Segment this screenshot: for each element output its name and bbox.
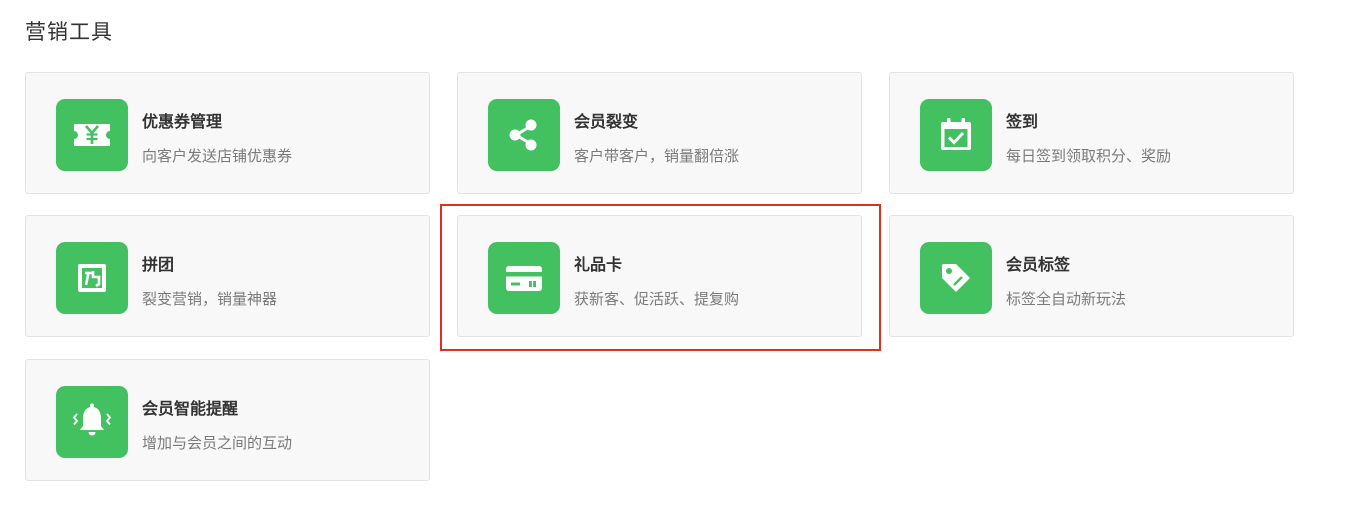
tool-desc: 向客户发送店铺优惠券 <box>142 147 293 165</box>
group-buy-icon <box>56 242 128 314</box>
tool-desc: 裂变营销，销量神器 <box>142 290 278 308</box>
gift-card-icon <box>488 242 560 314</box>
tag-icon <box>920 242 992 314</box>
tool-desc: 每日签到领取积分、奖励 <box>1006 147 1172 165</box>
tool-title: 会员智能提醒 <box>142 399 239 418</box>
coupon-icon <box>56 99 128 171</box>
page-title: 营销工具 <box>25 20 113 44</box>
tool-desc: 客户带客户，销量翻倍涨 <box>574 147 740 165</box>
tool-card-member-fission[interactable]: 会员裂变 客户带客户，销量翻倍涨 <box>457 72 862 194</box>
tool-title: 签到 <box>1006 112 1039 131</box>
tool-title: 优惠券管理 <box>142 112 223 131</box>
tool-card-smart-reminder[interactable]: 会员智能提醒 增加与会员之间的互动 <box>25 359 430 481</box>
calendar-check-icon <box>920 99 992 171</box>
tool-card-check-in[interactable]: 签到 每日签到领取积分、奖励 <box>889 72 1294 194</box>
tool-title: 会员裂变 <box>574 112 639 131</box>
tool-title: 礼品卡 <box>574 255 623 274</box>
tool-desc: 获新客、促活跃、提复购 <box>574 290 740 308</box>
tool-card-member-tag[interactable]: 会员标签 标签全自动新玩法 <box>889 215 1294 337</box>
tool-card-gift-card[interactable]: 礼品卡 获新客、促活跃、提复购 <box>457 215 862 337</box>
tool-card-coupon[interactable]: 优惠券管理 向客户发送店铺优惠券 <box>25 72 430 194</box>
share-icon <box>488 99 560 171</box>
tool-title: 会员标签 <box>1006 255 1071 274</box>
bell-icon <box>56 386 128 458</box>
tool-desc: 增加与会员之间的互动 <box>142 434 293 452</box>
tool-desc: 标签全自动新玩法 <box>1006 290 1127 308</box>
tool-title: 拼团 <box>142 255 175 274</box>
tool-card-group-buy[interactable]: 拼团 裂变营销，销量神器 <box>25 215 430 337</box>
